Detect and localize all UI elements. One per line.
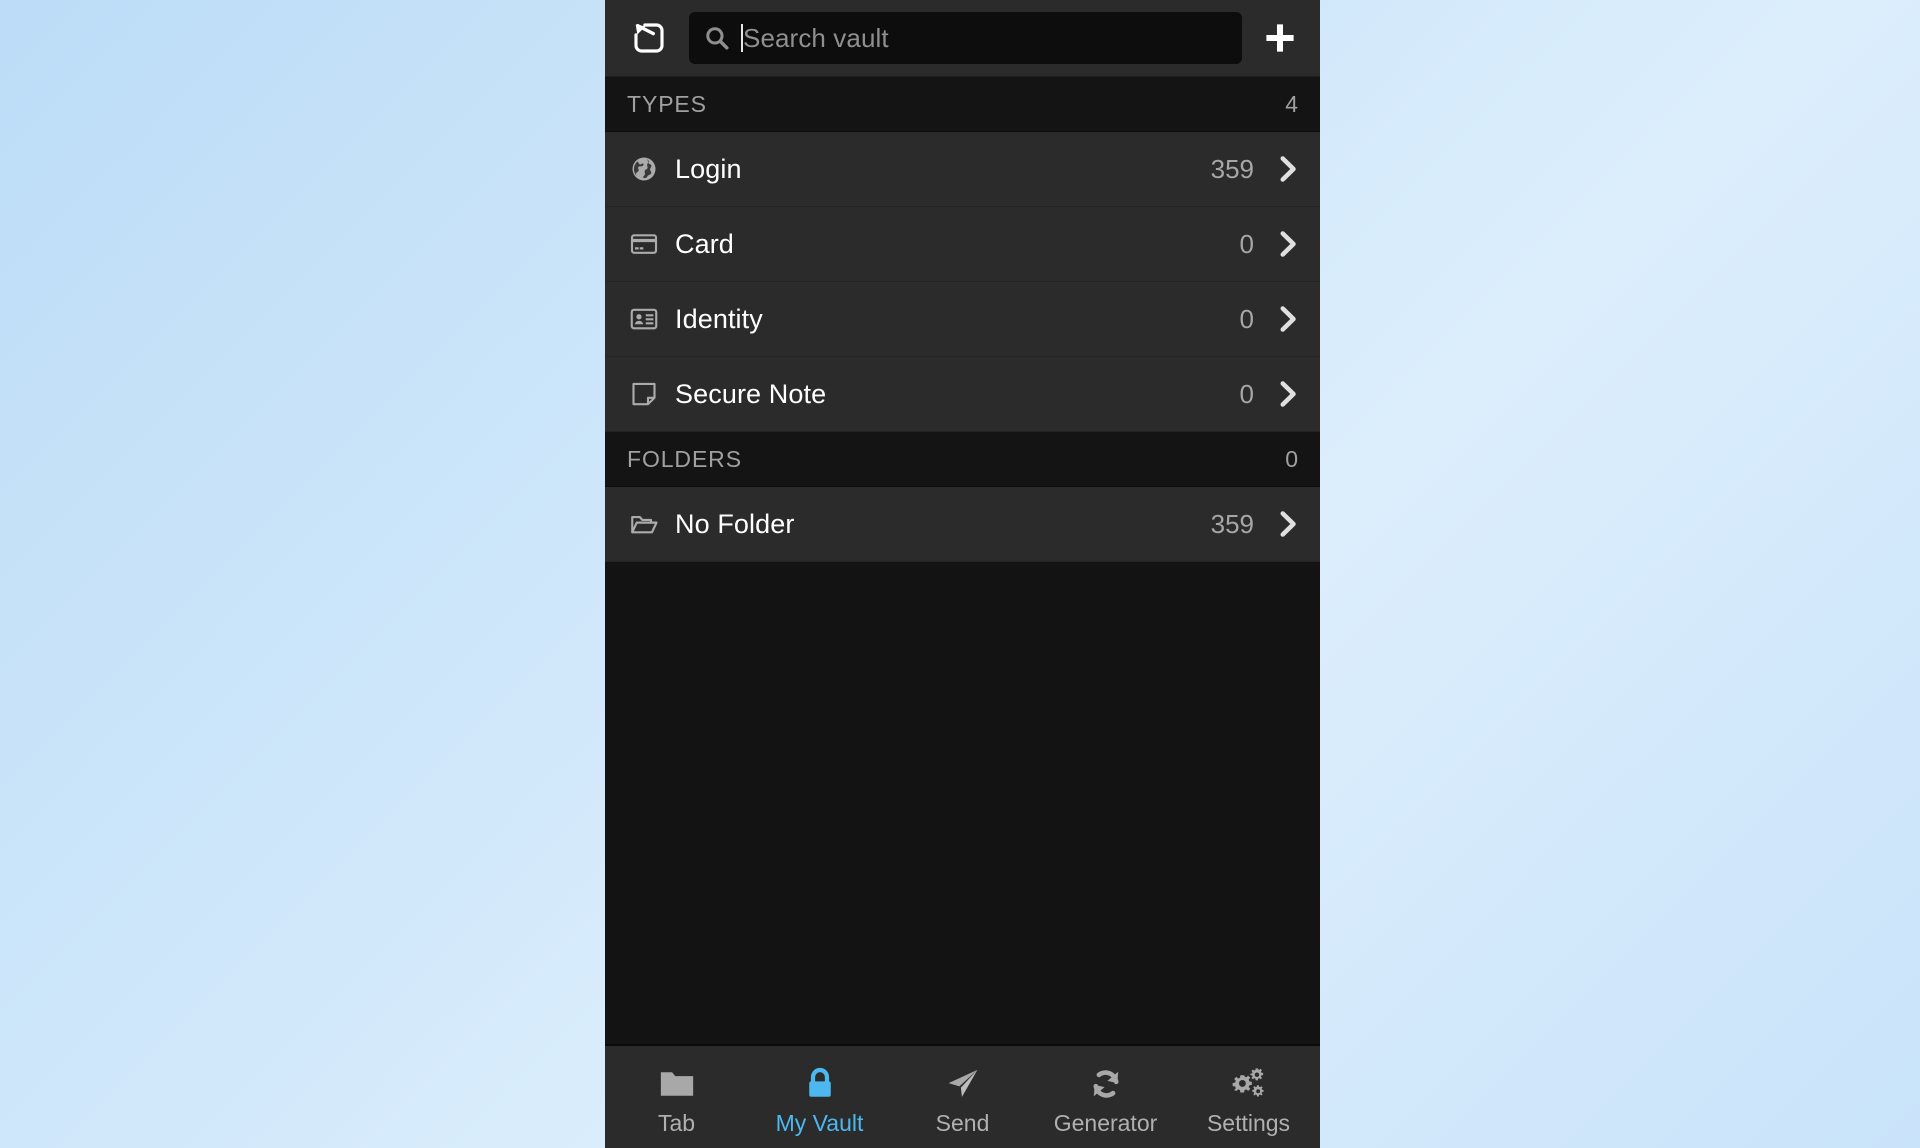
row-count: 359 — [1210, 508, 1254, 539]
row-count: 359 — [1210, 153, 1254, 184]
row-label: No Folder — [675, 508, 795, 539]
search-placeholder: Search vault — [743, 23, 889, 53]
vault-row-login[interactable]: Login 359 — [605, 132, 1320, 207]
lock-icon — [804, 1064, 836, 1104]
nav-item-send[interactable]: Send — [891, 1046, 1034, 1148]
vault-row-secure-note[interactable]: Secure Note 0 — [605, 357, 1320, 432]
chevron-right-icon — [1276, 509, 1302, 539]
chevron-right-icon — [1276, 229, 1302, 259]
section-title: TYPES — [627, 90, 707, 117]
row-label: Login — [675, 153, 742, 184]
nav-label: My Vault — [775, 1109, 864, 1136]
bottom-navigation: Tab My Vault Send Generator Settings — [605, 1044, 1320, 1148]
nav-label: Generator — [1053, 1109, 1158, 1136]
section-count: 4 — [1285, 90, 1298, 117]
pop-out-icon[interactable] — [621, 10, 677, 66]
nav-label: Send — [935, 1109, 990, 1136]
row-label: Card — [675, 228, 734, 259]
nav-item-generator[interactable]: Generator — [1034, 1046, 1177, 1148]
refresh-icon — [1087, 1064, 1125, 1104]
row-label: Secure Note — [675, 378, 827, 409]
row-label: Identity — [675, 303, 763, 334]
section-header-folders: FOLDERS 0 — [605, 432, 1320, 487]
id-badge-icon — [627, 304, 661, 334]
section-count: 0 — [1285, 445, 1298, 472]
section-header-types: TYPES 4 — [605, 77, 1320, 132]
nav-label: Settings — [1206, 1109, 1291, 1136]
row-count: 0 — [1239, 303, 1254, 334]
extension-panel: Search vault TYPES 4 Login 359 Card 0 Id… — [605, 0, 1320, 1148]
search-input[interactable]: Search vault — [689, 12, 1242, 64]
chevron-right-icon — [1276, 304, 1302, 334]
row-count: 0 — [1239, 378, 1254, 409]
row-count: 0 — [1239, 228, 1254, 259]
sticky-note-icon — [627, 379, 661, 409]
credit-card-icon — [627, 229, 661, 259]
search-field[interactable]: Search vault — [741, 24, 1228, 52]
vault-row-card[interactable]: Card 0 — [605, 207, 1320, 282]
vault-content: TYPES 4 Login 359 Card 0 Identity 0 Secu… — [605, 77, 1320, 1044]
add-item-button[interactable] — [1254, 12, 1306, 64]
section-title: FOLDERS — [627, 445, 742, 472]
vault-row-no-folder[interactable]: No Folder 359 — [605, 487, 1320, 562]
vault-row-identity[interactable]: Identity 0 — [605, 282, 1320, 357]
gears-icon — [1229, 1064, 1269, 1104]
search-icon — [703, 24, 731, 52]
nav-item-my-vault[interactable]: My Vault — [748, 1046, 891, 1148]
top-bar: Search vault — [605, 0, 1320, 77]
folder-icon — [658, 1064, 696, 1104]
nav-label: Tab — [657, 1109, 696, 1136]
globe-icon — [627, 154, 661, 184]
send-icon — [944, 1064, 982, 1104]
nav-item-tab[interactable]: Tab — [605, 1046, 748, 1148]
chevron-right-icon — [1276, 154, 1302, 184]
nav-item-settings[interactable]: Settings — [1177, 1046, 1320, 1148]
folder-open-icon — [627, 509, 661, 539]
chevron-right-icon — [1276, 379, 1302, 409]
